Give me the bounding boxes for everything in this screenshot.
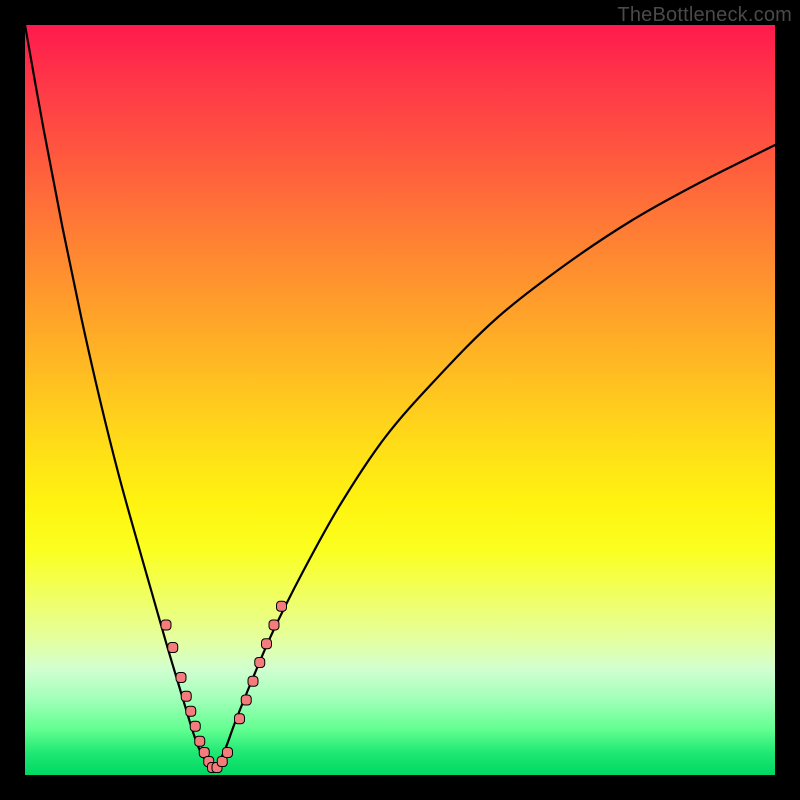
data-marker xyxy=(176,673,186,683)
data-marker xyxy=(190,721,200,731)
data-marker xyxy=(181,691,191,701)
data-marker xyxy=(186,706,196,716)
data-marker xyxy=(223,748,233,758)
data-marker xyxy=(241,695,251,705)
plot-area xyxy=(25,25,775,775)
data-marker xyxy=(277,601,287,611)
data-marker xyxy=(195,736,205,746)
data-marker xyxy=(248,676,258,686)
watermark-text: TheBottleneck.com xyxy=(617,4,792,27)
left-curve xyxy=(25,25,213,771)
right-curve xyxy=(213,145,776,771)
chart-svg xyxy=(25,25,775,775)
data-marker xyxy=(235,714,245,724)
data-marker xyxy=(161,620,171,630)
data-marker xyxy=(255,658,265,668)
data-marker xyxy=(269,620,279,630)
data-marker xyxy=(168,643,178,653)
data-marker xyxy=(217,757,227,767)
curve-group xyxy=(25,25,775,771)
chart-container: TheBottleneck.com xyxy=(0,0,800,800)
data-marker xyxy=(262,639,272,649)
